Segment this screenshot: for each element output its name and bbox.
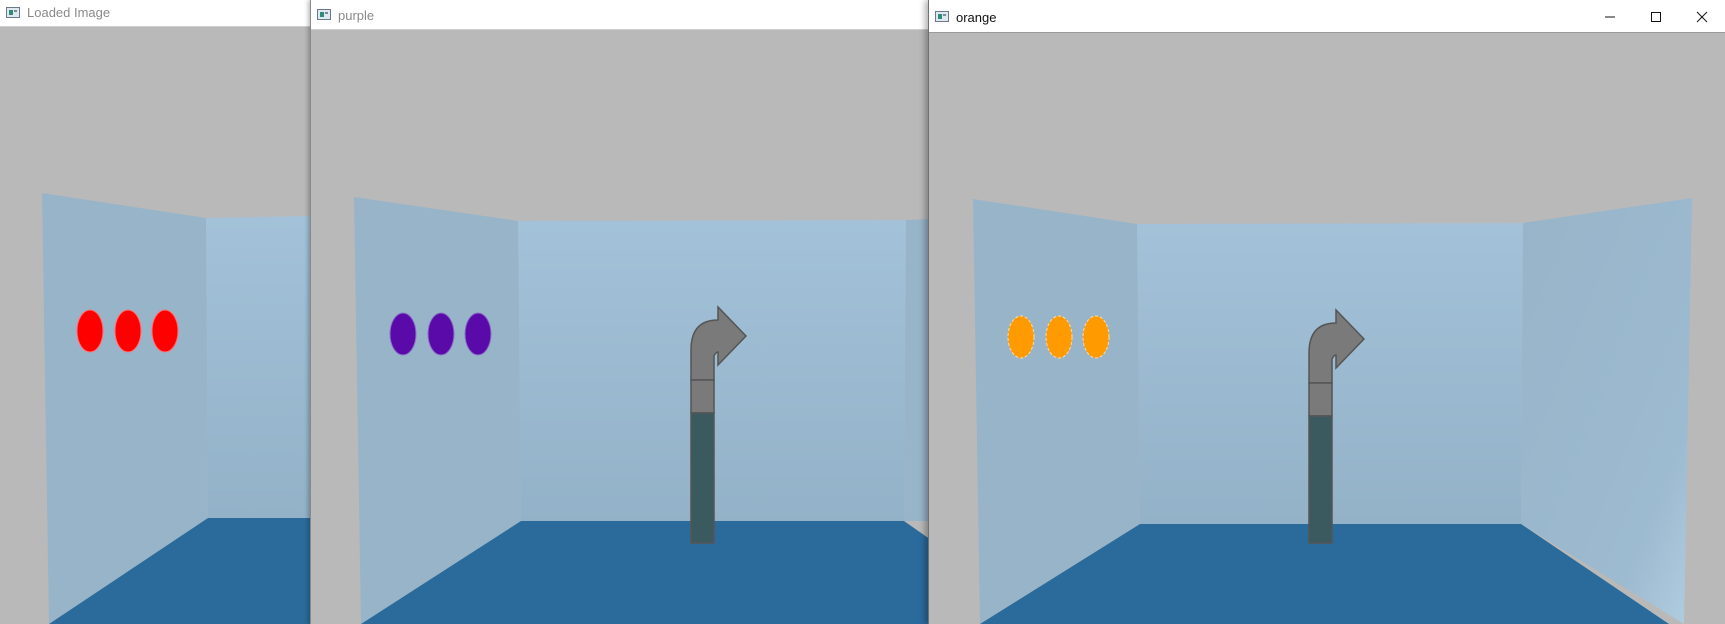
ellipse-marker — [1007, 315, 1035, 359]
close-button[interactable] — [1679, 0, 1725, 33]
close-icon — [1696, 11, 1708, 22]
ellipse-marker — [1045, 315, 1073, 359]
ellipse-marker — [389, 312, 417, 356]
right-wall — [904, 219, 930, 521]
maximize-icon — [1651, 11, 1661, 22]
purple-canvas — [311, 30, 930, 624]
ellipse-marker — [76, 309, 104, 353]
opencv-window-icon — [317, 9, 331, 20]
minimize-icon — [1605, 16, 1615, 17]
ellipse-marker — [151, 309, 179, 353]
ellipse-marker — [464, 312, 492, 356]
loaded-image-window[interactable]: Loaded Image — [0, 0, 312, 624]
loaded-image-canvas — [0, 27, 312, 624]
maximize-button[interactable] — [1633, 0, 1679, 33]
purple-window-title: purple — [338, 8, 375, 23]
ellipse-marker — [114, 309, 142, 353]
orange-titlebar[interactable]: orange — [929, 0, 1725, 33]
orange-canvas — [929, 33, 1725, 624]
ellipse-marker — [427, 312, 455, 356]
orange-window[interactable]: orange — [928, 0, 1725, 624]
minimize-button[interactable] — [1587, 0, 1633, 33]
purple-titlebar[interactable]: purple — [311, 0, 930, 30]
loaded-image-titlebar[interactable]: Loaded Image — [0, 0, 312, 27]
opencv-window-icon — [6, 7, 20, 18]
loaded-image-window-title: Loaded Image — [27, 5, 111, 20]
orange-window-title: orange — [956, 10, 997, 25]
ellipse-marker — [1082, 315, 1110, 359]
purple-window[interactable]: purple — [310, 0, 930, 624]
back-wall — [206, 216, 312, 518]
opencv-window-icon — [935, 11, 949, 22]
